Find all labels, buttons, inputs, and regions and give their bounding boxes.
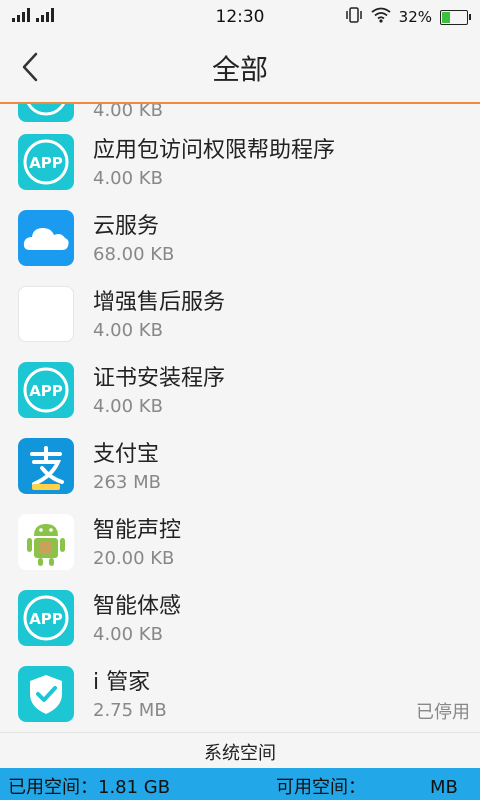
app-name: 应用包访问权限帮助程序: [93, 138, 336, 163]
app-size: 4.00 KB: [93, 104, 163, 121]
status-right: 32%: [345, 7, 471, 27]
app-size: 68.00 KB: [93, 244, 175, 265]
status-bar: 12:30 32%: [0, 0, 480, 34]
used-space-label: 已用空间：1.81 GB: [8, 777, 171, 798]
list-item[interactable]: 智能声控 20.00 KB: [0, 504, 480, 581]
wifi-icon: [371, 7, 391, 27]
app-size: 4.00 KB: [93, 396, 163, 417]
app-size: 2.75 MB: [93, 700, 167, 721]
app-name: 支付宝: [93, 442, 160, 467]
battery-percent: 32%: [398, 8, 432, 26]
app-generic-icon: APP: [18, 134, 74, 190]
available-space-prefix: 可用空间：: [276, 777, 366, 798]
battery-icon: [440, 9, 471, 25]
app-name: i 管家: [93, 670, 151, 695]
alipay-icon: [18, 438, 74, 494]
cloud-icon: [18, 210, 74, 266]
svg-text:APP: APP: [29, 382, 63, 400]
svg-text:APP: APP: [29, 610, 63, 628]
disabled-status: 已停用: [416, 702, 470, 723]
app-generic-icon: [18, 104, 74, 122]
app-generic-icon: APP: [18, 590, 74, 646]
svg-text:APP: APP: [29, 154, 63, 172]
app-list[interactable]: 4.00 KB APP 应用包访问权限帮助程序 4.00 KB 云服务 68.0…: [0, 104, 480, 740]
app-size: 4.00 KB: [93, 624, 163, 645]
available-space-label: 可用空间： MB: [276, 773, 458, 799]
app-generic-icon: APP: [18, 362, 74, 418]
list-item[interactable]: APP 证书安装程序 4.00 KB: [0, 352, 480, 429]
list-item[interactable]: APP 应用包访问权限帮助程序 4.00 KB: [0, 124, 480, 201]
storage-summary-bar: 已用空间：1.81 GB 可用空间： MB: [0, 768, 480, 800]
available-space-unit: MB: [430, 777, 458, 798]
shield-check-icon: [18, 666, 74, 722]
app-name: 智能声控: [93, 518, 182, 543]
list-item[interactable]: 云服务 68.00 KB: [0, 200, 480, 277]
list-item[interactable]: i 管家 2.75 MB 已停用: [0, 656, 480, 733]
title-bar: 全部: [0, 34, 480, 104]
app-name: 智能体感: [93, 594, 182, 619]
app-size: 20.00 KB: [93, 548, 175, 569]
android-icon: [18, 514, 74, 570]
battery-fill: [442, 11, 451, 23]
section-label: 系统空间: [204, 743, 276, 764]
app-name: 增强售后服务: [93, 290, 226, 315]
app-name: 证书安装程序: [93, 366, 226, 391]
list-item[interactable]: 支付宝 263 MB: [0, 428, 480, 505]
blank-icon: [18, 286, 74, 342]
app-size: 4.00 KB: [93, 320, 163, 341]
app-name: 云服务: [93, 214, 160, 239]
list-item[interactable]: 增强售后服务 4.00 KB: [0, 276, 480, 353]
app-size: 263 MB: [93, 472, 161, 493]
page-title: 全部: [211, 53, 268, 86]
app-size: 4.00 KB: [93, 168, 163, 189]
list-item[interactable]: APP 智能体感 4.00 KB: [0, 580, 480, 657]
vibrate-icon: [345, 7, 363, 27]
